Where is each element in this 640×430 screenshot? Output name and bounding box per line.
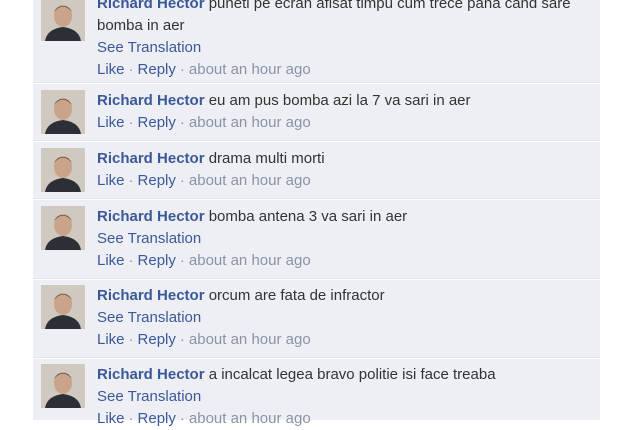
like-link[interactable]: Like [97,61,125,78]
comment-actions: Like · Reply · about an hour ago [97,252,311,269]
comment-author-link[interactable]: Richard Hector [97,208,205,225]
avatar[interactable] [41,148,85,192]
avatar[interactable] [41,0,85,41]
comment-text: a incalcat legea bravo politie isi face … [208,366,496,383]
reply-link[interactable]: Reply [138,172,176,189]
see-translation-link[interactable]: See Translation [97,228,592,250]
comment-feed: Richard Hector puneti pe ecran afisat ti… [0,0,640,427]
user-photo-icon [41,206,85,250]
comment-author-link[interactable]: Richard Hector [97,92,205,109]
comment-timestamp: about an hour ago [188,172,311,189]
comment-author-link[interactable]: Richard Hector [97,287,205,304]
comment-timestamp: about an hour ago [188,252,311,269]
see-translation-link[interactable]: See Translation [97,386,592,408]
comment-actions: Like · Reply · about an hour ago [97,172,311,189]
comment-author-link[interactable]: Richard Hector [97,366,205,383]
user-photo-icon [41,0,85,41]
like-link[interactable]: Like [97,114,125,131]
see-translation-link[interactable]: See Translation [97,37,592,59]
avatar[interactable] [41,90,85,134]
comment-actions: Like · Reply · about an hour ago [97,331,311,348]
comment-text: eu am pus bomba azi la 7 va sari in aer [208,92,471,109]
avatar[interactable] [41,206,85,250]
user-photo-icon [41,285,85,329]
comment-actions: Like · Reply · about an hour ago [97,61,311,78]
comment-timestamp: about an hour ago [188,61,311,78]
user-photo-icon [41,148,85,192]
reply-link[interactable]: Reply [138,331,176,348]
comment-text: drama multi morti [208,150,325,167]
comment-timestamp: about an hour ago [188,114,311,131]
user-photo-icon [41,90,85,134]
see-translation-link[interactable]: See Translation [97,307,592,329]
user-photo-icon [41,364,85,408]
like-link[interactable]: Like [97,410,125,427]
comment-text: bomba antena 3 va sari in aer [208,208,408,225]
reply-link[interactable]: Reply [138,252,176,269]
comment-item: Richard Hector a incalcat legea bravo po… [33,359,600,427]
reply-link[interactable]: Reply [138,114,176,131]
reply-link[interactable]: Reply [138,410,176,427]
comment-item: Richard Hector drama multi morti Like · Re… [33,142,600,199]
comment-item: Richard Hector orcum are fata de infract… [33,280,600,358]
like-link[interactable]: Like [97,331,125,348]
comment-actions: Like · Reply · about an hour ago [97,114,311,131]
comment-timestamp: about an hour ago [188,331,311,348]
comment-item: Richard Hector puneti pe ecran afisat ti… [33,0,600,83]
comment-timestamp: about an hour ago [188,410,311,427]
comment-text: orcum are fata de infractor [208,287,385,304]
reply-link[interactable]: Reply [138,61,176,78]
avatar[interactable] [41,364,85,408]
comment-item: Richard Hector bomba antena 3 va sari in… [33,200,600,279]
comment-actions: Like · Reply · about an hour ago [97,410,311,427]
like-link[interactable]: Like [97,252,125,269]
comment-author-link[interactable]: Richard Hector [97,150,205,167]
comment-author-link[interactable]: Richard Hector [97,0,205,12]
avatar[interactable] [41,285,85,329]
like-link[interactable]: Like [97,172,125,189]
comment-item: Richard Hector eu am pus bomba azi la 7 … [33,84,600,141]
